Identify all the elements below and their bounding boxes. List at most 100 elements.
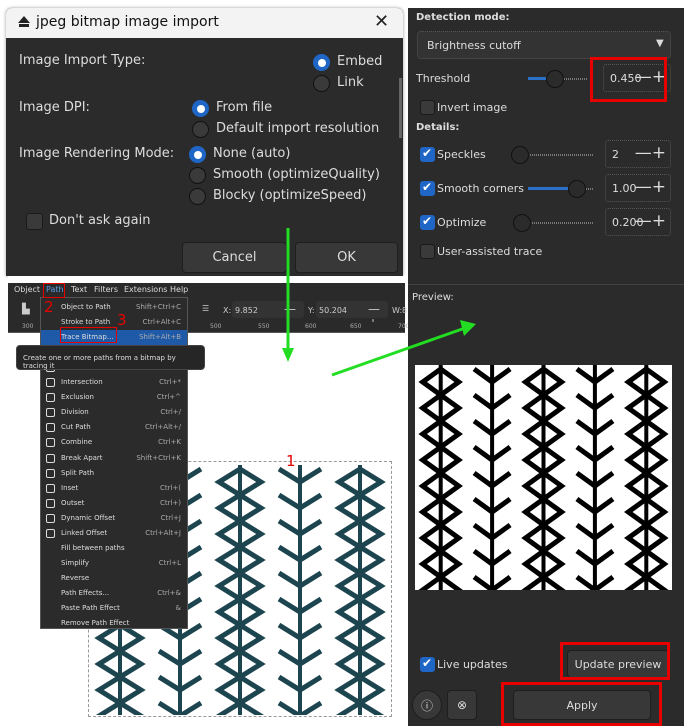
menu-item-label: Path Effects... [61, 588, 110, 597]
menu-filters[interactable]: Filters [94, 285, 118, 294]
menu-item-split-path[interactable]: Split Path [41, 466, 187, 481]
path-operation-icon [46, 528, 55, 538]
speckles-slider[interactable] [511, 146, 593, 164]
ruler-label: 300 [22, 323, 34, 330]
live-updates-checkbox[interactable] [420, 656, 435, 672]
smooth-corners-spinbox[interactable]: 1.00 —+ [605, 174, 671, 202]
menu-item-reverse[interactable]: Reverse [41, 571, 187, 586]
annotation-step-2: 2 [44, 298, 54, 316]
pattern-spine [644, 365, 649, 590]
menu-item-intersection[interactable]: Intersection Ctrl+* [41, 375, 187, 390]
menu-item-shortcut: Ctrl+) [159, 498, 181, 507]
menu-item-cut-path[interactable]: Cut Path Ctrl+Alt+/ [41, 420, 187, 435]
optimize-checkbox[interactable] [420, 214, 435, 230]
align-icon[interactable]: ☰ [202, 304, 209, 313]
menu-item-shortcut: Ctrl+* [159, 378, 181, 387]
menu-help[interactable]: Help [170, 285, 188, 294]
annotation-step-3: 3 [117, 311, 127, 329]
blocky-radio[interactable] [189, 188, 206, 205]
none-auto-radio[interactable] [189, 146, 206, 163]
dialog-scrollbar[interactable] [399, 78, 402, 138]
blocky-label: Blocky (optimizeSpeed) [213, 188, 367, 203]
close-icon[interactable]: ✕ [374, 11, 389, 32]
speckles-spinbox[interactable]: 2 —+ [605, 140, 671, 168]
speckles-checkbox[interactable] [420, 146, 435, 162]
menu-item-label: Reverse [61, 573, 90, 582]
menu-item-outset[interactable]: Outset Ctrl+) [41, 496, 187, 511]
smooth-corners-checkbox[interactable] [420, 180, 435, 196]
menu-item-fill-between-paths[interactable]: Fill between paths [41, 541, 187, 556]
info-icon[interactable]: ⓘ [412, 690, 442, 720]
menu-item-label: Outset [61, 498, 85, 507]
w-value[interactable]: 8 [402, 306, 407, 315]
smooth-corners-stepper[interactable]: —+ [635, 177, 666, 197]
menu-item-shortcut: Ctrl+K [158, 438, 181, 447]
path-operation-icon [46, 408, 55, 418]
cancel-button[interactable]: Cancel [182, 242, 287, 273]
speckles-label: Speckles [437, 148, 486, 161]
annotation-box-update-preview [560, 642, 670, 680]
menu-item-label: Linked Offset [61, 528, 108, 537]
menu-item-shortcut: Ctrl+& [157, 588, 181, 597]
menu-item-shortcut: Shift+Ctrl+K [136, 453, 181, 462]
embed-radio[interactable] [313, 54, 330, 71]
pattern-spine [592, 365, 597, 590]
menu-item-path-effects[interactable]: Path Effects... Ctrl+& [41, 586, 187, 601]
path-operation-icon [46, 378, 55, 388]
detection-mode-dropdown[interactable]: Brightness cutoff ▼ [417, 31, 671, 59]
menu-item-shortcut: & [175, 604, 181, 612]
menu-item-label: Combine [61, 438, 93, 447]
x-field[interactable]: 9.852 —+ [232, 301, 304, 330]
menu-text[interactable]: Text [71, 285, 87, 294]
menu-item-object-to-path[interactable]: Object to Path Shift+Ctrl+C [41, 300, 187, 315]
speckles-stepper[interactable]: —+ [635, 143, 666, 163]
menu-item-shortcut: Shift+Alt+B [139, 333, 181, 342]
link-radio[interactable] [313, 75, 330, 92]
menu-item-dynamic-offset[interactable]: Dynamic Offset Ctrl+J [41, 511, 187, 526]
path-operation-icon [46, 453, 55, 463]
menu-extensions[interactable]: Extensions [124, 285, 167, 294]
y-field[interactable]: 50.204 —+ [316, 301, 388, 330]
threshold-slider[interactable] [528, 70, 588, 88]
annotation-step-1: 1 [286, 452, 296, 470]
live-updates-label: Live updates [437, 658, 508, 671]
cancel-trace-icon[interactable]: ⊗ [447, 690, 477, 720]
invert-image-label: Invert image [437, 101, 508, 114]
smooth-radio[interactable] [189, 167, 206, 184]
optimize-spinbox[interactable]: 0.200 —+ [605, 208, 671, 236]
dialog-titlebar: jpeg bitmap image import ✕ [6, 8, 403, 38]
menu-item-linked-offset[interactable]: Linked Offset Ctrl+Alt+J [41, 526, 187, 541]
link-label: Link [337, 75, 364, 90]
default-resolution-radio[interactable] [192, 121, 209, 138]
menu-item-paste-path-effect[interactable]: Paste Path Effect & [41, 601, 187, 616]
menu-object[interactable]: Object [14, 285, 40, 294]
smooth-corners-label: Smooth corners [437, 182, 525, 195]
menu-item-exclusion[interactable]: Exclusion Ctrl+^ [41, 390, 187, 405]
optimize-stepper[interactable]: —+ [635, 211, 666, 231]
menu-item-simplify[interactable]: Simplify Ctrl+L [41, 556, 187, 571]
menu-item-remove-path-effect[interactable]: Remove Path Effect [41, 616, 187, 631]
invert-image-checkbox[interactable] [420, 100, 435, 115]
path-operation-icon [46, 468, 55, 478]
annotation-box-trace-bitmap [60, 327, 117, 343]
menu-item-label: Intersection [61, 378, 103, 387]
menu-item-division[interactable]: Division Ctrl+/ [41, 405, 187, 420]
y-value: 50.204 [319, 306, 347, 315]
menu-item-inset[interactable]: Inset Ctrl+( [41, 481, 187, 496]
optimize-slider[interactable] [513, 214, 593, 232]
ok-button[interactable]: OK [295, 242, 398, 273]
trace-bitmap-panel: Detection mode: Brightness cutoff ▼ Thre… [408, 0, 684, 726]
menu-item-label: Exclusion [61, 393, 94, 402]
rendering-label: Image Rendering Mode: [19, 146, 175, 161]
menu-item-combine[interactable]: Combine Ctrl+K [41, 435, 187, 450]
menu-item-label: Dynamic Offset [61, 513, 116, 522]
menu-item-break-apart[interactable]: Break Apart Shift+Ctrl+K [41, 451, 187, 466]
dont-ask-checkbox[interactable] [26, 213, 43, 230]
eraser-icon[interactable]: ▙ [22, 304, 30, 315]
from-file-radio[interactable] [192, 100, 209, 117]
menu-item-shortcut: Ctrl+L [158, 558, 181, 567]
smooth-corners-slider[interactable] [528, 180, 593, 198]
path-operation-icon [46, 438, 55, 448]
from-file-label: From file [216, 100, 273, 115]
user-assisted-checkbox[interactable] [420, 244, 435, 259]
